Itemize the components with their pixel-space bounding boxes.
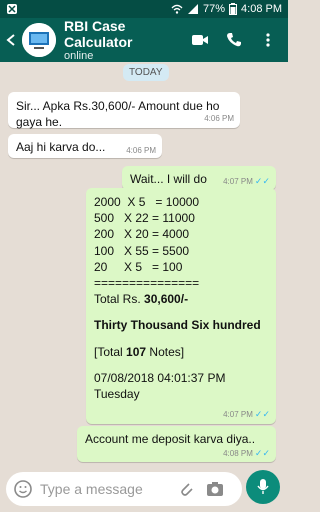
chat-area[interactable]: TODAY Sir... Apka Rs.30,600/- Amount due…: [0, 62, 288, 466]
incoming-message[interactable]: Aaj hi karva do... 4:06 PM: [8, 134, 162, 158]
total-words: Thirty Thousand Six hundred: [94, 318, 261, 333]
emoji-icon[interactable]: [14, 480, 32, 498]
contact-status: online: [64, 50, 94, 62]
video-call-icon[interactable]: [188, 28, 212, 52]
double-check-icon: ✓✓: [254, 176, 270, 186]
contact-info[interactable]: RBI Case Calculator online: [64, 18, 188, 62]
message-input[interactable]: [40, 481, 170, 497]
back-arrow-icon[interactable]: [4, 33, 20, 47]
message-input-bar[interactable]: [6, 472, 242, 506]
outgoing-message[interactable]: Wait... I will do 4:07 PM ✓✓: [122, 166, 276, 190]
signal-icon: [187, 3, 199, 15]
mic-icon: [257, 479, 269, 494]
weekday: Tuesday: [94, 386, 140, 401]
outgoing-message[interactable]: 2000 X 5 = 10000 500 X 22 = 11000 200 X …: [86, 188, 276, 424]
calc-line: 500 X 22 = 11000: [94, 211, 195, 226]
notes-suffix: Notes]: [149, 344, 185, 359]
outgoing-message[interactable]: Account me deposit karva diya.. 4:08 PM ✓…: [77, 426, 276, 462]
calc-line: 200 X 20 = 4000: [94, 227, 190, 242]
notification-icon: [6, 3, 18, 15]
notes-count: 107: [126, 344, 147, 359]
message-time: 4:06 PM: [126, 146, 156, 155]
calc-separator: ===============: [94, 275, 200, 290]
double-check-icon: ✓✓: [254, 409, 270, 420]
day-label: TODAY: [123, 64, 169, 81]
calc-line: 20 X 5 = 100: [94, 259, 183, 274]
phone-call-icon[interactable]: [222, 28, 246, 52]
message-time: 4:06 PM: [204, 114, 234, 124]
status-right: 77% 4:08 PM: [171, 3, 282, 15]
status-left: [6, 3, 171, 15]
battery-percent: 77%: [203, 3, 226, 15]
message-text: Sir... Apka Rs.30,600/- Amount due ho ga…: [16, 99, 220, 130]
notes-row: [Total 107 Notes]: [94, 344, 268, 360]
notes-prefix: [Total: [94, 344, 123, 359]
incoming-message[interactable]: Sir... Apka Rs.30,600/- Amount due ho ga…: [8, 92, 240, 130]
avatar[interactable]: [22, 23, 56, 57]
mic-button[interactable]: [246, 470, 280, 504]
composer: [0, 466, 288, 512]
attach-icon[interactable]: [178, 480, 194, 498]
camera-icon[interactable]: [206, 481, 224, 497]
message-time: 4:07 PM ✓✓: [223, 176, 270, 186]
datetime: 07/08/2018 04:01:37 PM: [94, 370, 226, 385]
contact-name: RBI Case Calculator: [64, 18, 133, 50]
header-actions: [188, 28, 280, 52]
double-check-icon: ✓✓: [254, 448, 270, 458]
message-time: 4:08 PM ✓✓: [223, 448, 270, 458]
total-label: Total Rs.: [94, 292, 141, 307]
status-bar: 77% 4:08 PM: [0, 0, 288, 18]
total-value: 30,600/-: [144, 292, 189, 307]
chat-header: RBI Case Calculator online: [0, 18, 288, 62]
calc-line: 100 X 55 = 5500: [94, 243, 190, 258]
more-options-icon[interactable]: [256, 28, 280, 52]
total-row: Total Rs. 30,600/-: [94, 291, 268, 307]
message-time: 4:07 PM ✓✓: [223, 409, 270, 420]
calc-line: 2000 X 5 = 10000: [94, 195, 200, 209]
clock: 4:08 PM: [241, 3, 282, 15]
input-actions: [178, 480, 224, 498]
battery-icon: [229, 3, 238, 15]
wifi-icon: [171, 3, 183, 15]
message-text: Account me deposit karva diya..: [85, 432, 256, 446]
